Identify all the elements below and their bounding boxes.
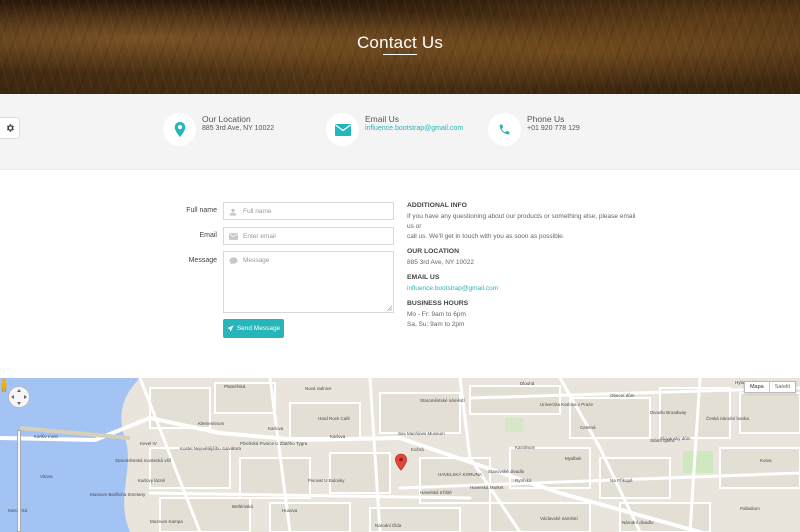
map-label: Kotva — [760, 458, 772, 463]
map-label: Klementinum — [198, 421, 225, 426]
message-placeholder: Message — [243, 257, 270, 264]
message-textarea[interactable]: Message — [223, 251, 394, 313]
map-label: Museum Bedřicha Smetany — [90, 492, 146, 497]
map-label: Celetná — [580, 425, 596, 430]
map-label: Na Příkopě — [610, 478, 633, 483]
pan-arrows-icon — [11, 389, 27, 405]
park-area — [683, 451, 713, 473]
map-label: Karlův most — [34, 434, 58, 439]
info-phone-label: Phone Us — [527, 114, 565, 124]
map-type-satellite-button[interactable]: Satelit — [768, 382, 795, 392]
map-label: Kevel IV — [140, 441, 157, 446]
map-type-control: Mapa Satelit — [743, 381, 796, 393]
location-icon-circle — [163, 113, 196, 146]
send-message-button[interactable]: Send Message — [223, 319, 284, 338]
map-label: Pivovar U Bulovky — [308, 478, 345, 483]
hero-banner: Contact Us — [0, 0, 800, 94]
map-label: Nová radnice — [305, 386, 332, 391]
map-label: Divadlo Broadway — [650, 410, 687, 415]
info-email-link[interactable]: influence.bootstrap@gmail.com — [365, 125, 463, 132]
additional-info-heading: ADDITIONAL INFO — [407, 202, 467, 209]
fullname-placeholder: Full name — [243, 208, 272, 215]
map-label: Karlovy lázně — [138, 478, 166, 483]
map-label: Stavovské divadlo — [488, 469, 525, 474]
map-label: Rytířská — [515, 478, 532, 483]
map-label: Národní třída — [375, 523, 402, 528]
map-label: Husova — [282, 508, 298, 513]
location-heading: OUR LOCATION — [407, 248, 459, 255]
map-label: HAVELSKÁ KORUNA — [438, 472, 482, 477]
plaza-area — [505, 418, 523, 432]
map-label: Myslbek — [565, 456, 582, 461]
map-label: Česká národní banka — [706, 416, 749, 421]
map-label: Havelská tržiště — [420, 490, 452, 495]
map-type-map-button[interactable]: Mapa — [745, 382, 769, 392]
location-pin-icon — [174, 122, 185, 137]
map-label: Václavské náměstí — [540, 516, 578, 521]
map-label: Univerzita Karlova v Praze — [540, 402, 594, 407]
email-icon-circle — [326, 113, 359, 146]
contact-form-section: Full name Full name Email Enter email Me… — [0, 171, 800, 378]
map-label: Betlémská — [232, 504, 254, 509]
envelope-icon — [334, 123, 351, 136]
info-email-label: Email Us — [365, 114, 400, 124]
additional-info-panel: ADDITIONAL INFO If you have any question… — [407, 202, 637, 330]
map-canvas — [0, 378, 800, 532]
paper-plane-icon — [227, 325, 234, 332]
additional-info-text-1: If you have any questioning about our pr… — [407, 213, 636, 230]
map-label: Karlova — [268, 426, 284, 431]
map-label: Muzeum Kampa — [150, 519, 183, 524]
map-label: Karlova — [330, 434, 346, 439]
info-location-label: Our Location — [202, 114, 251, 124]
contact-info-strip: Our Location 885 3rd Ave, NY 10022 Email… — [0, 94, 800, 170]
email-field-icon — [229, 233, 238, 240]
page-title: Contact Us — [356, 33, 444, 52]
email-heading: EMAIL US — [407, 274, 440, 281]
email-label: Email — [199, 232, 217, 239]
map-marker-icon[interactable] — [395, 453, 407, 471]
message-label: Message — [188, 257, 217, 264]
send-message-label: Send Message — [236, 325, 281, 332]
phone-icon-circle — [488, 113, 521, 146]
map-label: Karolinum — [515, 445, 536, 450]
map-label: Kožná — [411, 447, 424, 452]
email-link[interactable]: influence.bootstrap@gmail.com — [407, 284, 637, 294]
phone-icon — [499, 124, 510, 135]
location-value: 885 3rd Ave, NY 10022 — [407, 259, 474, 266]
hours-weekday: Mo - Fr: 9am to 6pm — [407, 311, 466, 318]
map-label: Kostel Nejsvětějšího Salvátora — [180, 446, 242, 451]
gear-icon — [6, 124, 14, 132]
map-pan-control[interactable] — [8, 386, 30, 408]
map-label: Obecní dům — [610, 393, 635, 398]
hours-weekend: Sa, Su: 9am to 2pm — [407, 321, 465, 328]
fullname-label: Full name — [186, 207, 217, 214]
map-label: Plzeňská Pivnice U Zlatého Tygra — [240, 441, 308, 446]
map-label: Palladium — [740, 506, 760, 511]
map-label: Slovanský dům — [660, 436, 691, 441]
title-underline — [383, 54, 417, 55]
map-label: Platnéřská — [224, 384, 246, 389]
map-label: Staroměstská mostecká věž — [115, 458, 172, 463]
email-input[interactable]: Enter email — [223, 227, 394, 245]
settings-toggle-button[interactable] — [0, 117, 20, 139]
info-phone-value: +01 920 778 129 — [527, 125, 580, 132]
street-view-pegman-icon[interactable] — [0, 378, 8, 392]
map-label: Dlouhá — [520, 381, 535, 386]
business-hours-heading: BUSINESS HOURS — [407, 300, 469, 307]
comment-icon — [229, 257, 238, 265]
user-icon — [229, 208, 237, 216]
email-placeholder: Enter email — [243, 233, 276, 240]
map-zoom-slider[interactable] — [17, 430, 21, 532]
additional-info-text-2: call us. We'll get in touch with you as … — [407, 233, 565, 240]
map-label: Hard Rock Café — [318, 416, 351, 421]
location-map[interactable]: Platnéřská Nová radnice Hard Rock Café K… — [0, 378, 800, 532]
fullname-input[interactable]: Full name — [223, 202, 394, 220]
map-label: Vltava — [40, 474, 53, 479]
map-label: Sex Machines Museum — [398, 431, 445, 436]
map-label: Havelská Market — [470, 485, 504, 490]
info-location-value: 885 3rd Ave, NY 10022 — [202, 125, 275, 132]
map-label: Staroměstské náměstí — [420, 398, 465, 403]
resize-handle-icon[interactable] — [386, 305, 392, 311]
map-label: Národní divadlo — [622, 520, 654, 525]
